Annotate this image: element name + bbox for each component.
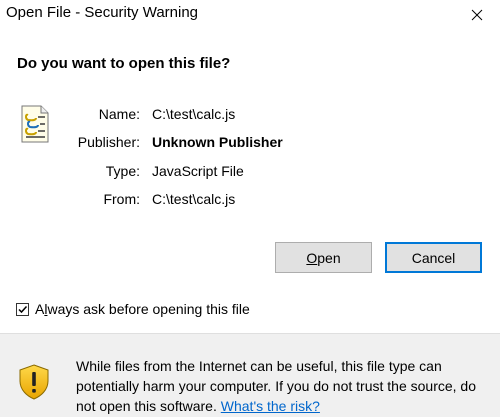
- publisher-value: Unknown Publisher: [152, 134, 283, 150]
- from-value: C:\test\calc.js: [152, 191, 236, 207]
- close-button[interactable]: [454, 0, 500, 30]
- name-value: C:\test\calc.js: [152, 106, 236, 122]
- name-label: Name:: [98, 106, 140, 122]
- window-title: Open File - Security Warning: [6, 4, 199, 21]
- cancel-button[interactable]: Cancel: [385, 242, 482, 273]
- cancel-label: Cancel: [411, 249, 456, 266]
- warning-footer: While files from the Internet can be use…: [0, 334, 500, 417]
- warning-shield-icon: [19, 364, 49, 400]
- close-icon: [471, 9, 483, 21]
- open-button[interactable]: Open: [275, 242, 372, 273]
- checkmark-icon: [18, 305, 28, 313]
- publisher-label: Publisher:: [77, 134, 140, 150]
- type-value: JavaScript File: [152, 163, 244, 179]
- from-label: From:: [103, 191, 140, 207]
- always-ask-checkbox[interactable]: [16, 302, 29, 316]
- open-mnemonic: O: [306, 249, 318, 266]
- always-ask-row[interactable]: Always ask before opening this file: [16, 300, 250, 318]
- question-heading: Do you want to open this file?: [17, 55, 231, 72]
- warning-text-block: While files from the Internet can be use…: [76, 356, 486, 416]
- dialog-body: Do you want to open this file? Name: C:\…: [0, 30, 500, 334]
- open-label: pen: [317, 249, 341, 266]
- type-label: Type:: [105, 163, 140, 179]
- title-bar: Open File - Security Warning: [0, 0, 500, 30]
- whats-the-risk-link[interactable]: What's the risk?: [221, 398, 320, 414]
- security-warning-dialog: Open File - Security Warning Do you want…: [0, 0, 500, 417]
- always-ask-label: Always ask before opening this file: [35, 301, 250, 317]
